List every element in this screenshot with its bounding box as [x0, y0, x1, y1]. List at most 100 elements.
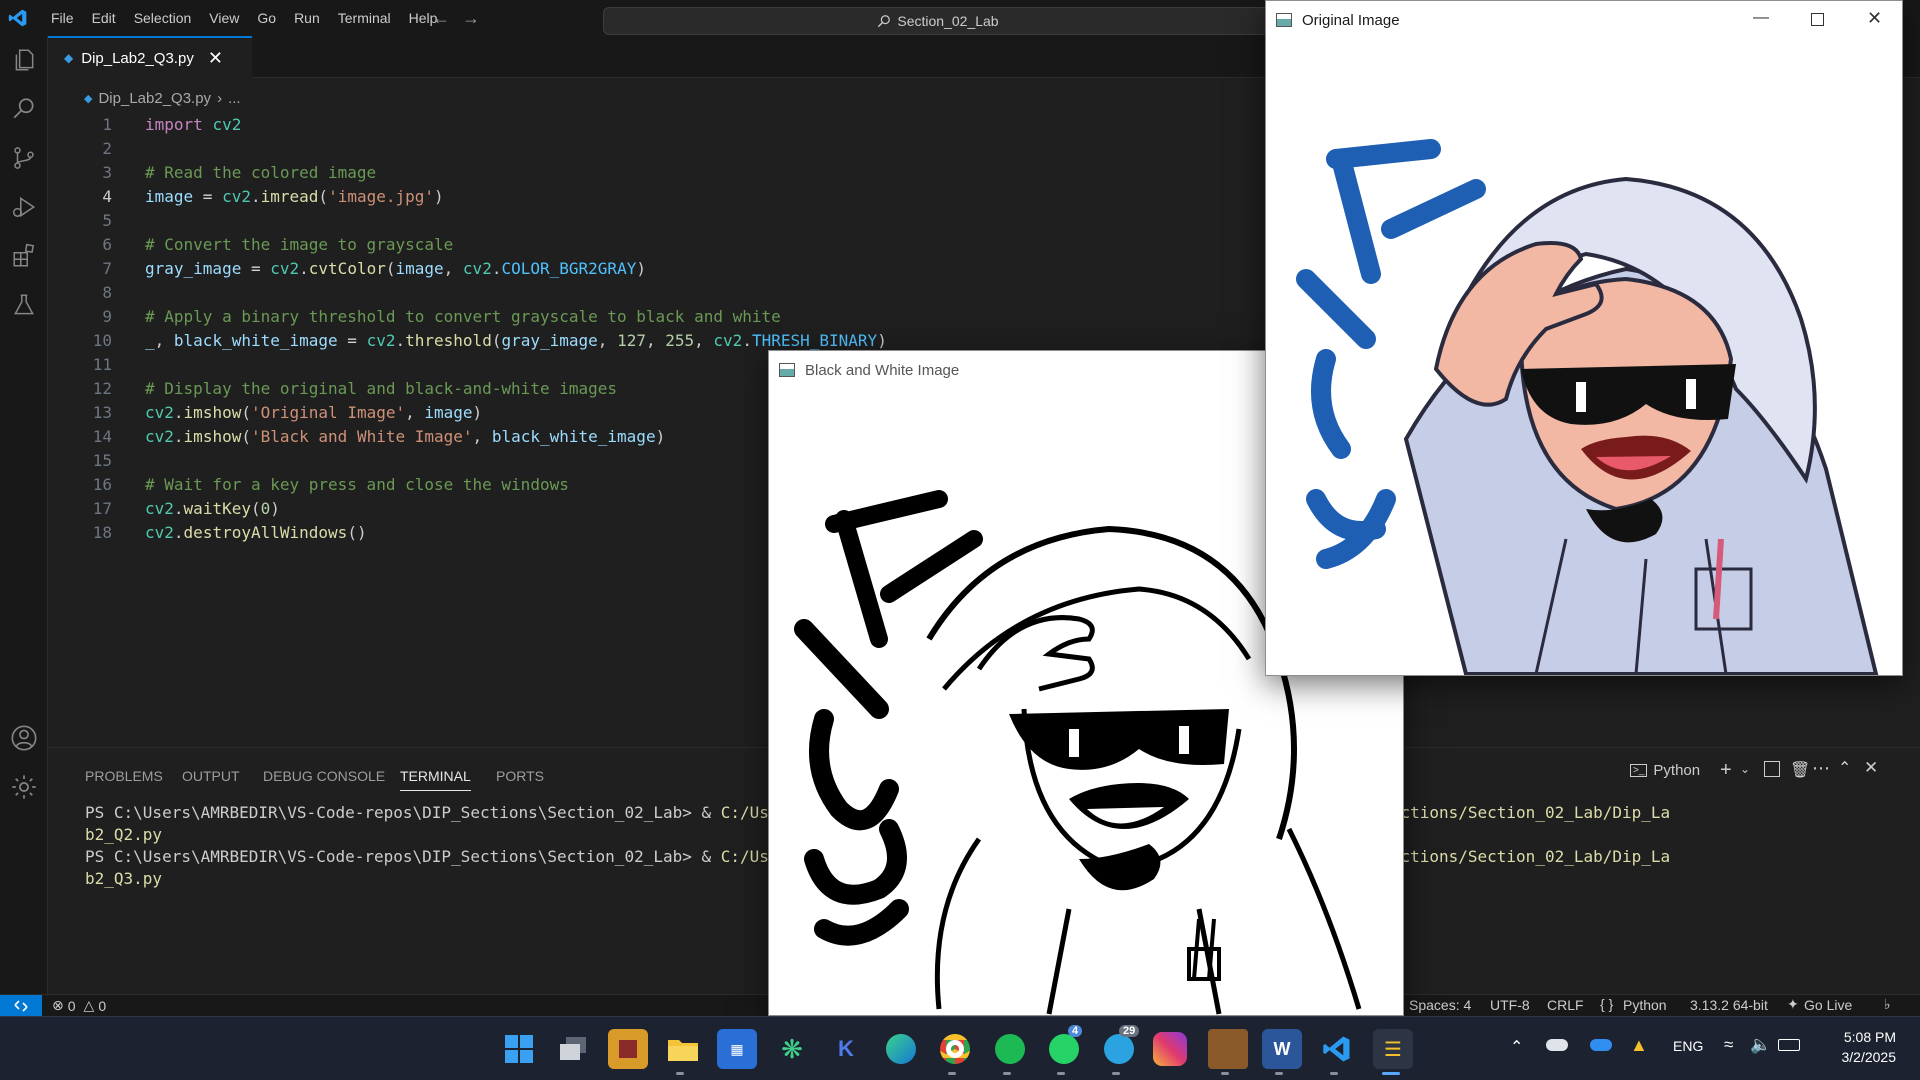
instagram-icon[interactable]: [1153, 1032, 1187, 1066]
maximize-window-icon[interactable]: [1811, 13, 1824, 26]
warning-count: 0: [98, 997, 107, 1014]
source-control-icon[interactable]: [0, 134, 48, 182]
split-terminal-icon[interactable]: [1764, 761, 1780, 777]
menu-selection[interactable]: Selection: [125, 0, 201, 36]
code-line: 8: [102, 283, 112, 302]
original-image-window[interactable]: Original Image — ✕: [1265, 0, 1903, 676]
tab-problems[interactable]: PROBLEMS: [85, 768, 163, 784]
winrar-icon[interactable]: [1208, 1029, 1248, 1069]
telegram-badge: 29: [1119, 1025, 1140, 1037]
code-line: 7 gray_image = cv2.cvtColor(image, cv2.CO…: [102, 259, 646, 278]
opencv-window-icon: [1276, 13, 1292, 27]
interpreter-status[interactable]: 3.13.2 64-bit: [1690, 997, 1768, 1013]
settings-gear-icon[interactable]: [0, 763, 48, 811]
clock-date[interactable]: 3/2/2025: [1830, 1049, 1897, 1065]
tab-dip-lab2-q3[interactable]: ◆ Dip_Lab2_Q3.py ✕: [48, 36, 252, 78]
minimize-window-icon[interactable]: —: [1753, 9, 1769, 27]
menu-run[interactable]: Run: [285, 0, 329, 36]
task-view-icon[interactable]: [553, 1029, 593, 1069]
testing-icon[interactable]: [0, 281, 48, 329]
maximize-panel-icon[interactable]: ⌃: [1838, 758, 1851, 778]
terminal-line: b2_Q3.py: [85, 869, 163, 888]
widgets-app-icon[interactable]: [608, 1029, 648, 1069]
bell-icon[interactable]: ♭: [1884, 996, 1891, 1013]
breadcrumb-file[interactable]: Dip_Lab2_Q3.py: [98, 90, 211, 107]
windows-start-icon[interactable]: [499, 1029, 539, 1069]
volume-icon[interactable]: 🔈: [1750, 1035, 1771, 1055]
google-drive-icon[interactable]: ▲: [1630, 1035, 1648, 1056]
terminal-line: PS C:\Users\AMRBEDIR\VS-Code-repos\DIP_S…: [85, 847, 817, 866]
whatsapp-icon[interactable]: 4: [1044, 1025, 1084, 1069]
bw-window-title: Black and White Image: [805, 361, 960, 379]
terminal-shell-selector[interactable]: >_ Python: [1630, 762, 1700, 779]
braces-icon: { }: [1600, 996, 1614, 1012]
remote-icon: [14, 1000, 28, 1012]
close-panel-icon[interactable]: ✕: [1864, 758, 1878, 778]
vscode-insiders-app-icon[interactable]: K: [826, 1029, 866, 1069]
vscode-taskbar-icon[interactable]: [1317, 1029, 1357, 1069]
new-terminal-plus-icon[interactable]: +: [1720, 759, 1732, 782]
breadcrumb-more[interactable]: ...: [228, 90, 241, 107]
trash-icon[interactable]: 🗑: [1790, 760, 1810, 780]
edge-browser-icon[interactable]: [881, 1029, 921, 1069]
menu-edit[interactable]: Edit: [83, 0, 125, 36]
close-window-icon[interactable]: ✕: [1867, 8, 1882, 29]
opencv-window-icon: [779, 363, 795, 377]
code-line: 4 image = cv2.imread('image.jpg'): [102, 187, 444, 206]
eol-status[interactable]: CRLF: [1547, 997, 1584, 1013]
warning-icon: △: [83, 997, 95, 1013]
search-icon[interactable]: [0, 85, 48, 133]
menu-file[interactable]: File: [42, 0, 83, 36]
word-icon[interactable]: W: [1262, 1029, 1302, 1069]
spotify-icon[interactable]: [990, 1029, 1030, 1069]
original-cartoon-image: [1266, 39, 1902, 675]
original-window-titlebar[interactable]: Original Image — ✕: [1266, 1, 1902, 39]
encoding-status[interactable]: UTF-8: [1490, 997, 1530, 1013]
clock-time[interactable]: 5:08 PM: [1830, 1029, 1896, 1045]
language-indicator[interactable]: ENG: [1673, 1038, 1703, 1054]
more-actions-icon[interactable]: ⋯: [1812, 758, 1830, 779]
chrome-browser-icon[interactable]: [935, 1029, 975, 1069]
tab-terminal[interactable]: TERMINAL: [400, 768, 471, 791]
language-status[interactable]: Python: [1623, 997, 1667, 1013]
command-center[interactable]: Section_02_Lab: [603, 7, 1273, 35]
command-center-label: Section_02_Lab: [897, 13, 999, 29]
python-file-icon: ◆: [64, 51, 74, 65]
onedrive-personal-icon[interactable]: [1546, 1039, 1568, 1051]
radio-tower-icon: ✦: [1787, 996, 1799, 1012]
code-line: 6 # Convert the image to grayscale: [102, 235, 454, 254]
telegram-icon[interactable]: 29: [1099, 1025, 1140, 1069]
forward-arrow-icon[interactable]: →: [462, 8, 480, 29]
tab-label: Dip_Lab2_Q3.py: [81, 49, 194, 67]
search-icon: [878, 15, 891, 28]
battery-icon[interactable]: [1778, 1039, 1800, 1051]
menu-view[interactable]: View: [200, 0, 248, 36]
close-tab-icon[interactable]: ✕: [208, 48, 223, 69]
extensions-icon[interactable]: [0, 232, 48, 280]
python-taskbar-icon[interactable]: ☰: [1373, 1029, 1413, 1069]
go-live-button[interactable]: Go Live: [1804, 997, 1852, 1013]
file-explorer-icon[interactable]: [663, 1029, 703, 1069]
code-line: 1 import cv2: [102, 115, 242, 134]
tab-debug-console[interactable]: DEBUG CONSOLE: [263, 768, 385, 784]
run-debug-icon[interactable]: [0, 183, 48, 231]
account-icon[interactable]: [0, 714, 48, 762]
microsoft-store-icon[interactable]: ▦: [717, 1029, 757, 1069]
onedrive-business-icon[interactable]: [1590, 1039, 1612, 1051]
explorer-icon[interactable]: [0, 36, 48, 84]
wifi-icon[interactable]: ≈: [1724, 1035, 1733, 1055]
show-hidden-icons-chevron[interactable]: ⌃: [1510, 1037, 1523, 1057]
problems-indicator[interactable]: ⊗ 0 △ 0: [52, 997, 106, 1014]
code-line: 9 # Apply a binary threshold to convert g…: [102, 307, 781, 326]
indentation-status[interactable]: Spaces: 4: [1409, 997, 1471, 1013]
menu-go[interactable]: Go: [248, 0, 285, 36]
back-arrow-icon[interactable]: ←: [432, 8, 450, 29]
menu-terminal[interactable]: Terminal: [329, 0, 400, 36]
tab-output[interactable]: OUTPUT: [182, 768, 240, 784]
remote-indicator[interactable]: [0, 995, 42, 1017]
tab-ports[interactable]: PORTS: [496, 768, 544, 784]
terminal-line: PS C:\Users\AMRBEDIR\VS-Code-repos\DIP_S…: [85, 803, 817, 822]
perplexity-app-icon[interactable]: ❋: [772, 1029, 812, 1069]
chevron-down-icon[interactable]: ⌄: [1740, 762, 1750, 776]
python-file-icon: ◆: [84, 93, 93, 105]
